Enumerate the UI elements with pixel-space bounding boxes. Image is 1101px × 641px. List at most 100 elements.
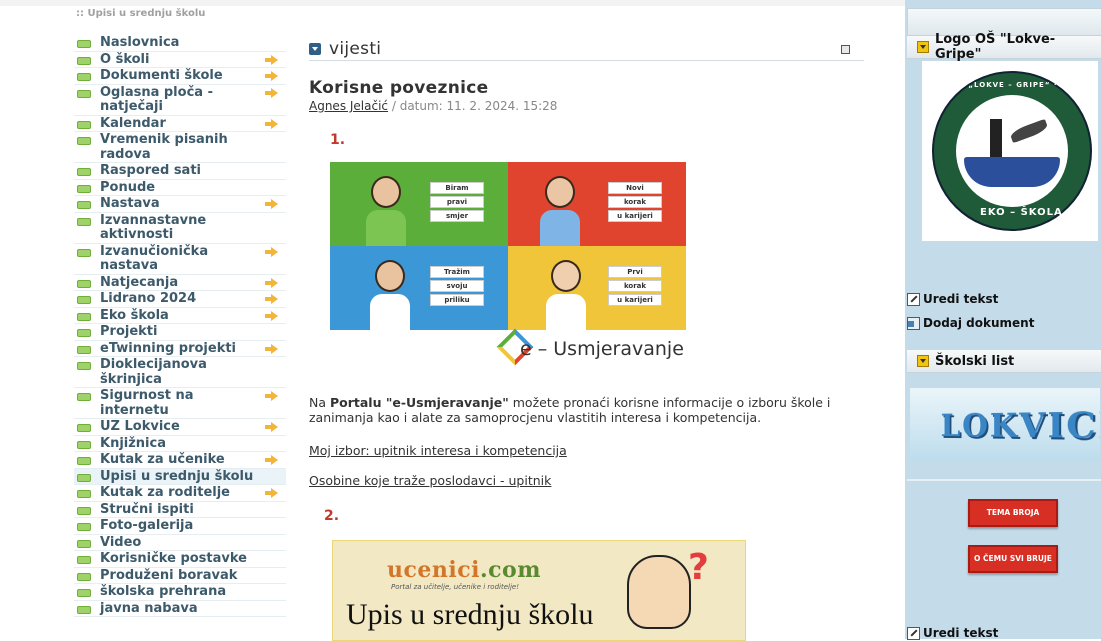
- author-link[interactable]: Agnes Jelačić: [309, 99, 388, 113]
- bullet-icon: [77, 217, 91, 226]
- nav-item-label: Izvanučionička nastava: [100, 243, 209, 273]
- submenu-arrow-icon[interactable]: [265, 310, 278, 321]
- question-mark-icon: ?: [688, 547, 709, 588]
- nav-item[interactable]: Lidrano 2024: [74, 291, 286, 308]
- breadcrumb: :: Upisi u srednju školu: [76, 8, 206, 19]
- nav-item-label: javna nabava: [100, 600, 198, 616]
- bullet-icon: [77, 40, 91, 48]
- promo-quadrant-2: Novi korak u karijeri: [508, 162, 686, 250]
- link-osobine[interactable]: Osobine koje traže poslodavci - upitnik: [309, 473, 551, 488]
- nav-item[interactable]: Izvannastavne aktivnosti: [74, 213, 286, 244]
- nav-item-label: Projekti: [100, 324, 158, 339]
- nav-item-label: Knjižnica: [100, 435, 166, 451]
- nav-item[interactable]: Ponude: [74, 179, 286, 196]
- nav-item-label: školska prehrana: [100, 584, 227, 599]
- submenu-arrow-icon[interactable]: [265, 277, 278, 288]
- close-icon[interactable]: [841, 44, 850, 54]
- nav-item-label: Nastava: [100, 196, 160, 211]
- bullet-icon: [77, 137, 91, 145]
- submenu-arrow-icon[interactable]: [265, 87, 278, 98]
- o-cemu-svi-bruje-button[interactable]: O ČEMU SVI BRUJE: [968, 545, 1058, 573]
- section-header: vijesti: [309, 38, 864, 61]
- lokvice-logo: LOKVICE: [940, 403, 1100, 449]
- bullet-icon: [77, 248, 91, 257]
- nav-item[interactable]: Eko škola: [74, 308, 286, 324]
- promo-tag: u karijeri: [608, 210, 662, 222]
- nav-item-label: O školi: [100, 51, 150, 67]
- nav-item[interactable]: Kutak za roditelje: [74, 485, 286, 502]
- bullet-icon: [77, 329, 91, 337]
- nav-item-label: Korisničke postavke: [100, 551, 247, 566]
- submenu-arrow-icon[interactable]: [265, 343, 278, 354]
- ucenici-logo: ucenici.com: [387, 557, 542, 583]
- collapse-icon[interactable]: [309, 43, 321, 55]
- link-moj-izbor[interactable]: Moj izbor: upitnik interesa i kompetenci…: [309, 443, 567, 458]
- submenu-arrow-icon[interactable]: [265, 455, 278, 465]
- nav-item[interactable]: školska prehrana: [74, 584, 286, 601]
- nav-item[interactable]: Sigurnost na internetu: [74, 388, 286, 419]
- nav-item[interactable]: Nastava: [74, 196, 286, 213]
- submenu-arrow-icon[interactable]: [265, 488, 278, 498]
- tema-broja-button[interactable]: TEMA BROJA: [968, 499, 1058, 527]
- promo-tag: korak: [608, 196, 662, 208]
- nav-item[interactable]: Dioklecijanova škrinjica: [74, 357, 286, 388]
- nav-item[interactable]: Korisničke postavke: [74, 551, 286, 568]
- nav-item[interactable]: Produženi boravak: [74, 568, 286, 584]
- nav-item[interactable]: Kutak za učenike: [74, 452, 286, 469]
- download-icon[interactable]: [917, 355, 929, 367]
- bullet-icon: [77, 345, 91, 354]
- submenu-arrow-icon[interactable]: [265, 294, 278, 304]
- nav-item[interactable]: Stručni ispiti: [74, 502, 286, 518]
- submenu-arrow-icon[interactable]: [265, 54, 278, 65]
- nav-item[interactable]: Raspored sati: [74, 163, 286, 180]
- submenu-arrow-icon[interactable]: [265, 246, 278, 257]
- nav-item-label: Kalendar: [100, 115, 166, 131]
- promo-tag: Biram: [430, 182, 484, 194]
- bullet-icon: [77, 605, 91, 614]
- nav-item[interactable]: Foto-galerija: [74, 518, 286, 535]
- nav-item[interactable]: UZ Lokvice: [74, 419, 286, 436]
- submenu-arrow-icon[interactable]: [265, 199, 278, 209]
- nav-item[interactable]: Dokumenti škole: [74, 68, 286, 85]
- nav-item[interactable]: Naslovnica: [74, 35, 286, 52]
- school-seal: OŠ „LOKVE – GRIPE“ · SPLIT EKO – ŠKOLA: [932, 71, 1092, 231]
- nav-item[interactable]: eTwinning projekti: [74, 341, 286, 357]
- school-paper-header: Školski list: [907, 350, 1101, 373]
- nav-item-label: Video: [100, 534, 142, 550]
- bullet-icon: [77, 539, 91, 548]
- post-date: / datum: 11. 2. 2024. 15:28: [388, 99, 558, 113]
- promo-tag: Tražim: [430, 266, 484, 278]
- add-document-link[interactable]: Dodaj dokument: [907, 316, 1034, 330]
- nav-item[interactable]: Oglasna ploča - natječaji: [74, 85, 286, 116]
- edit-text-link-2[interactable]: Uredi tekst: [907, 626, 998, 640]
- promo-brand: e – Usmjeravanje: [520, 338, 684, 360]
- promo-quadrant-4: Prvi korak u karijeri: [508, 246, 686, 334]
- seal-text-top: OŠ „LOKVE – GRIPE“ · SPLIT: [952, 81, 1088, 89]
- nav-item[interactable]: Upisi u srednju školu: [74, 468, 286, 485]
- nav-item-label: Ponude: [100, 179, 156, 195]
- nav-item[interactable]: Natjecanja: [74, 275, 286, 291]
- nav-item[interactable]: Izvanučionička nastava: [74, 244, 286, 275]
- download-icon[interactable]: [917, 41, 929, 53]
- nav-item[interactable]: Vremenik pisanih radova: [74, 132, 286, 163]
- item-number-1: 1.: [330, 132, 346, 148]
- submenu-arrow-icon[interactable]: [265, 118, 278, 129]
- edit-text-link[interactable]: Uredi tekst: [907, 292, 998, 306]
- lokvice-banner[interactable]: LOKVICE: [910, 388, 1100, 462]
- bullet-icon: [77, 362, 91, 370]
- nav-item[interactable]: Video: [74, 534, 286, 551]
- main-content: vijesti Korisne poveznice Agnes Jelačić …: [309, 38, 864, 641]
- submenu-arrow-icon[interactable]: [265, 71, 278, 81]
- submenu-arrow-icon[interactable]: [265, 422, 278, 432]
- nav-item[interactable]: O školi: [74, 51, 286, 68]
- nav-item-label: Dioklecijanova škrinjica: [100, 357, 207, 387]
- nav-item[interactable]: Knjižnica: [74, 435, 286, 452]
- nav-item[interactable]: javna nabava: [74, 600, 286, 617]
- bullet-icon: [77, 589, 91, 597]
- e-usmjeravanje-banner[interactable]: Biram pravi smjer Novi korak u karijeri Traž…: [330, 162, 686, 375]
- bullet-icon: [77, 279, 91, 288]
- submenu-arrow-icon[interactable]: [265, 391, 278, 401]
- ucenici-banner[interactable]: ucenici.com Portal za učitelje, učenike …: [332, 540, 746, 641]
- nav-item[interactable]: Kalendar: [74, 115, 286, 132]
- nav-item[interactable]: Projekti: [74, 324, 286, 341]
